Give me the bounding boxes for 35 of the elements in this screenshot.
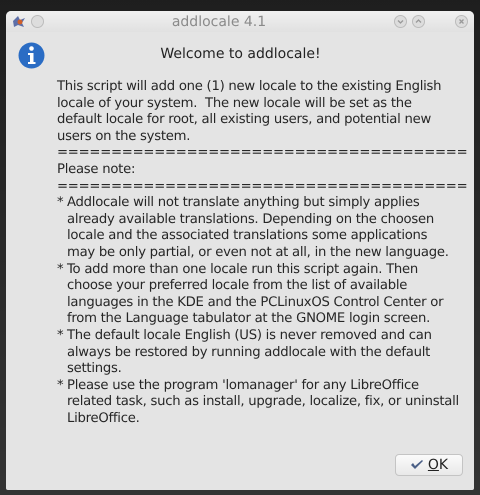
- separator-text: ======================================: [57, 145, 468, 162]
- bullet-text: languages in the KDE and the PCLinuxOS Control Center or: [67, 294, 444, 312]
- bullet-marker: *: [57, 262, 65, 279]
- welcome-heading: Welcome to addlocale!: [159, 46, 322, 62]
- window-title: addlocale 4.1: [170, 14, 268, 30]
- ok-button[interactable]: OK: [395, 454, 463, 476]
- bullet-text: LibreOffice.: [67, 410, 140, 428]
- message-text: This script will add one (1) new locale to the existing English: [57, 79, 442, 96]
- message-text: default locale for root, all existing users, and potential new: [57, 112, 431, 129]
- bullet-text: Addlocale will not translate anything but simply applies: [67, 195, 420, 212]
- pin-button-icon[interactable]: [31, 15, 44, 28]
- bullet-text: related task, such as install, upgrade, localize, fix, or uninstall: [67, 394, 459, 411]
- bullet-text: may be only partial, or even not at all, in the new language.: [67, 244, 449, 262]
- message-text: users on the system.: [57, 128, 190, 146]
- bullet-text: locale and the associated translations some applications: [67, 228, 428, 245]
- maximize-icon[interactable]: [412, 15, 425, 28]
- bullet-text: from the Language tabulator at the GNOME login screen.: [67, 311, 430, 328]
- app-icon[interactable]: [12, 15, 26, 28]
- bullet-marker: *: [57, 195, 65, 212]
- message-text: locale of your system. The new locale will be set as the: [57, 96, 412, 112]
- bullet-marker: *: [57, 378, 65, 395]
- close-icon[interactable]: [455, 15, 468, 28]
- bullet-text: The default locale English (US) is never removed and can: [67, 328, 432, 344]
- message-text: Please note:: [57, 162, 136, 179]
- bullet-text: already available translations. Depending on the choosen: [67, 212, 434, 228]
- minimize-icon[interactable]: [394, 15, 407, 28]
- bullet-text: settings.: [67, 361, 122, 378]
- check-icon: [410, 459, 424, 471]
- bullet-text: choose your preferred locale from the list of available: [67, 278, 408, 295]
- bullet-text: To add more than one locale run this script again. Then: [67, 262, 418, 278]
- bullet-text: always be restored by running addlocale with the default: [67, 344, 430, 362]
- bullet-text: Please use the program 'lomanager' for any LibreOffice: [67, 378, 419, 394]
- info-icon: [18, 42, 45, 69]
- separator-text: ======================================: [57, 178, 468, 196]
- bullet-marker: *: [57, 328, 65, 345]
